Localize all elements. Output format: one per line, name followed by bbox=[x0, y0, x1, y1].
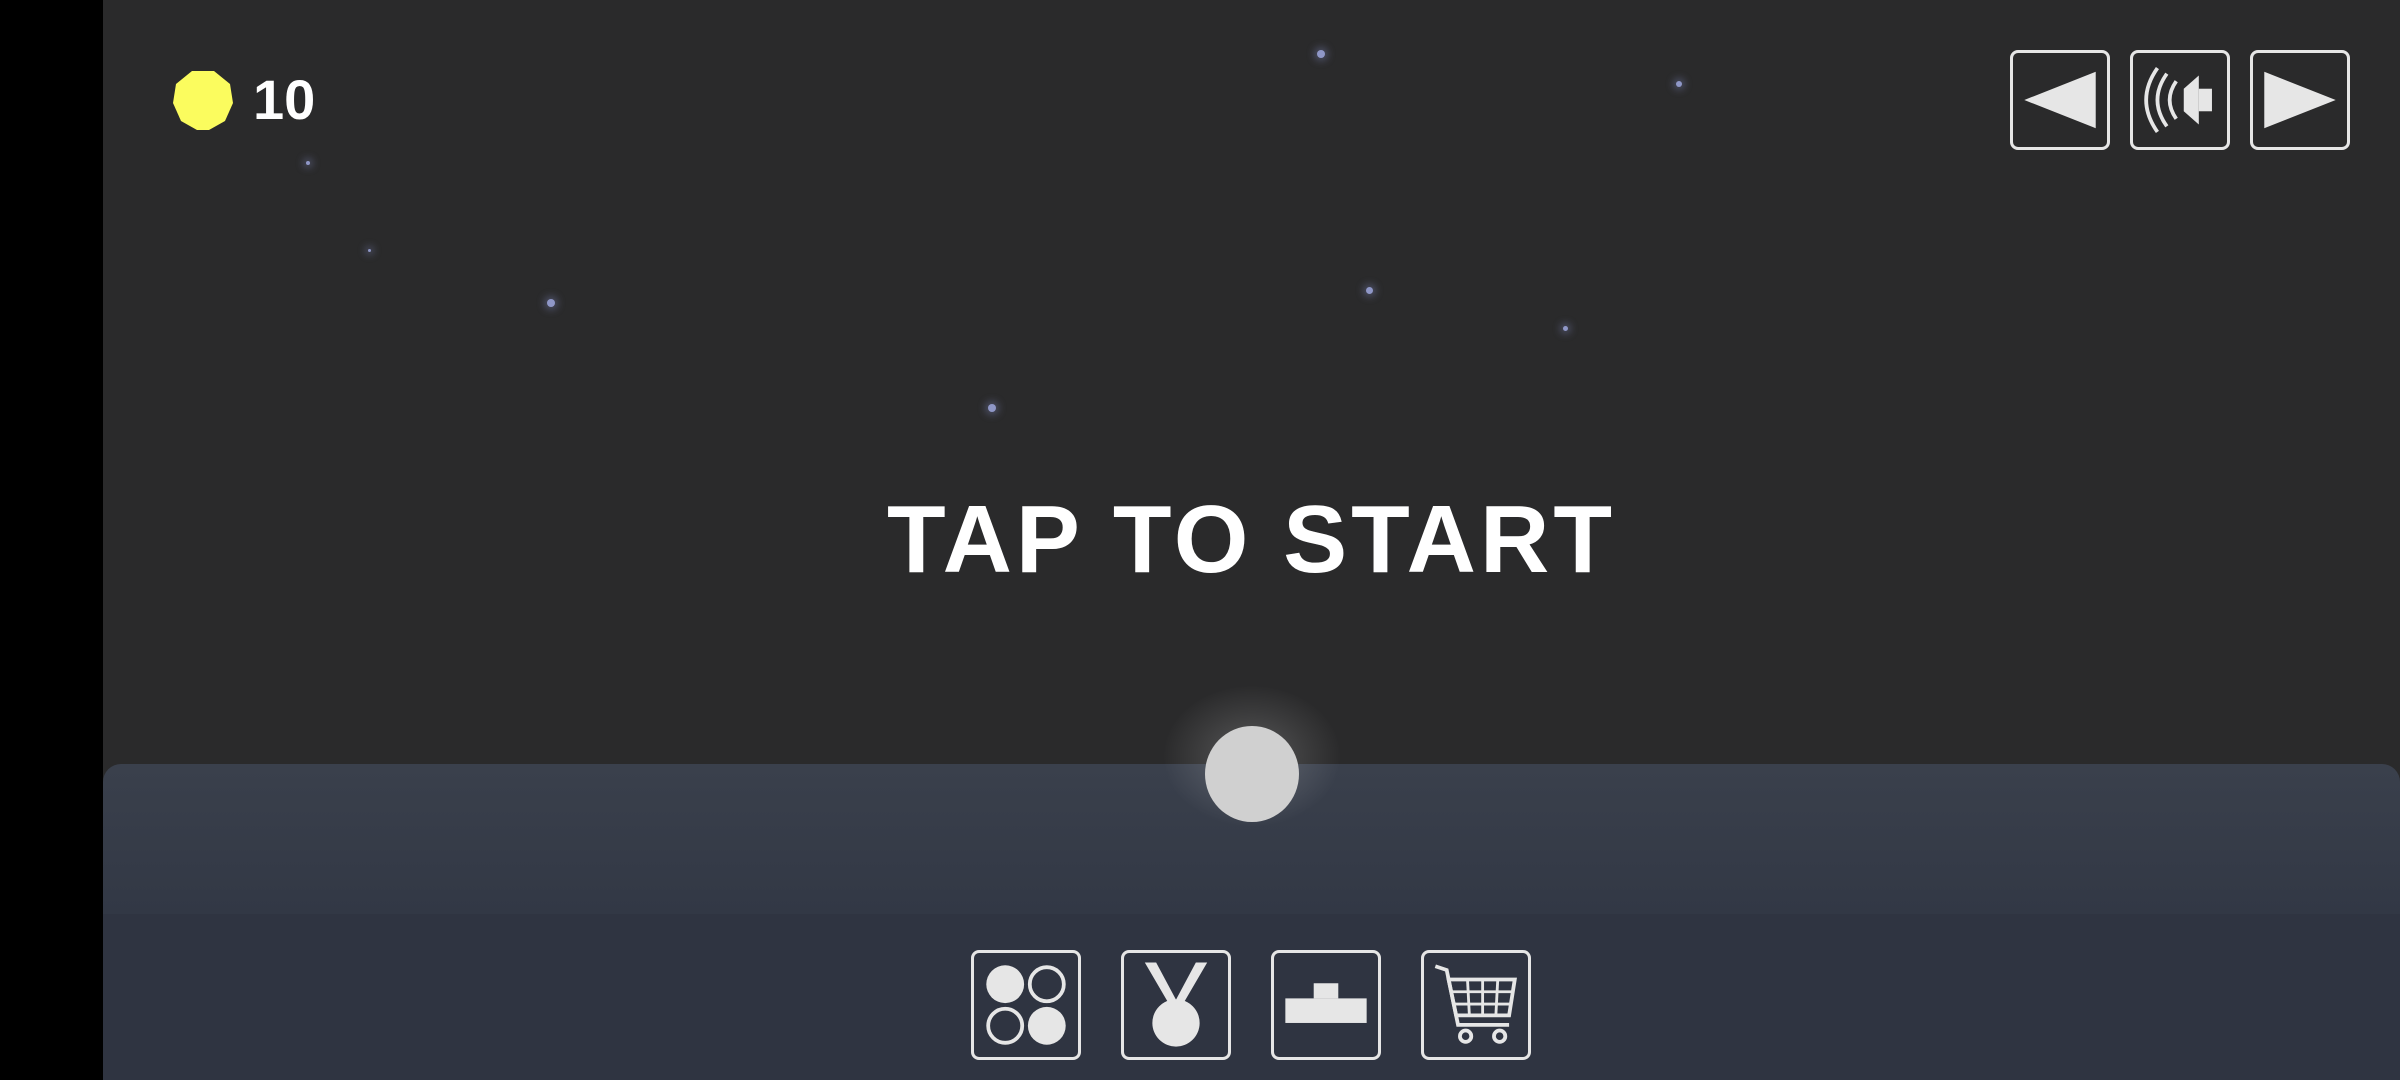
speaker-icon bbox=[2144, 66, 2212, 134]
star bbox=[306, 161, 310, 165]
leaderboard-button[interactable] bbox=[1271, 950, 1381, 1060]
star bbox=[368, 249, 371, 252]
floor bbox=[103, 914, 2400, 1080]
star bbox=[1317, 50, 1325, 58]
shop-button[interactable] bbox=[1421, 950, 1531, 1060]
next-button[interactable] bbox=[2250, 50, 2350, 150]
sound-button[interactable] bbox=[2130, 50, 2230, 150]
triangle-left-icon bbox=[2024, 71, 2096, 129]
player-ball bbox=[1205, 726, 1299, 822]
star bbox=[1366, 287, 1373, 294]
previous-button[interactable] bbox=[2010, 50, 2110, 150]
game-scene[interactable]: 10 TAP TO START bbox=[103, 0, 2400, 1080]
tap-to-start-label[interactable]: TAP TO START bbox=[103, 490, 2400, 590]
star bbox=[988, 404, 996, 412]
achievements-button[interactable] bbox=[1121, 950, 1231, 1060]
coin-count: 10 bbox=[253, 68, 316, 131]
shopping-cart-icon bbox=[1434, 964, 1517, 1044]
star bbox=[1563, 326, 1568, 331]
ball-skins-button[interactable] bbox=[971, 950, 1081, 1060]
medal-icon bbox=[1144, 962, 1208, 1047]
podium-icon bbox=[1285, 983, 1367, 1023]
star bbox=[547, 299, 555, 307]
circles-grid-icon bbox=[986, 965, 1066, 1045]
coin-icon bbox=[173, 71, 233, 130]
triangle-right-icon bbox=[2264, 71, 2336, 129]
star bbox=[1676, 81, 1682, 87]
